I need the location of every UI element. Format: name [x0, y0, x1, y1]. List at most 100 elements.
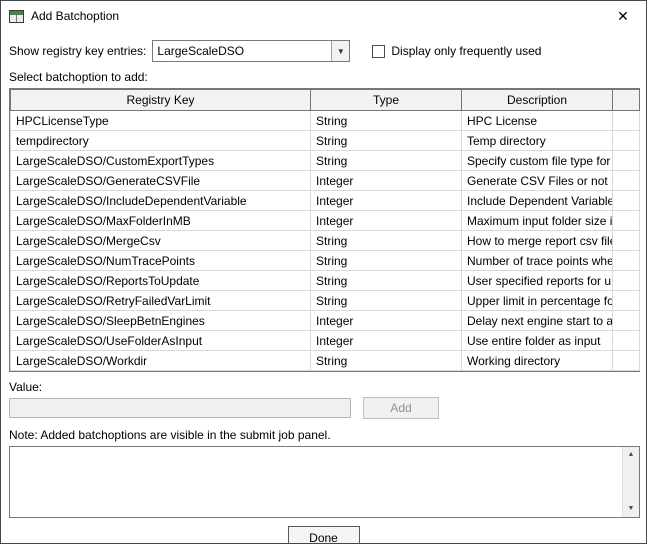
- table-row[interactable]: LargeScaleDSO/UseFolderAsInput Integer Use…: [10, 330, 640, 351]
- registry-key-cell: LargeScaleDSO/RetryFailedVarLimit: [10, 290, 311, 311]
- registry-key-cell: LargeScaleDSO/UseFolderAsInput: [10, 330, 311, 351]
- header-spacer: [612, 89, 640, 111]
- frequently-used-checkbox[interactable]: [372, 44, 386, 58]
- table-row[interactable]: LargeScaleDSO/GenerateCSVFile Integer Gene…: [10, 170, 640, 191]
- type-cell: Integer: [310, 190, 462, 211]
- type-cell: Integer: [310, 310, 462, 331]
- registry-key-cell: tempdirectory: [10, 130, 311, 151]
- spacer-cell: [612, 210, 640, 231]
- spacer-cell: [612, 130, 640, 151]
- spacer-cell: [612, 110, 640, 131]
- spacer-cell: [612, 350, 640, 371]
- registry-key-cell: LargeScaleDSO/NumTracePoints: [10, 250, 311, 271]
- value-row: Add: [9, 397, 638, 419]
- type-cell: Integer: [310, 170, 462, 191]
- spacer-cell: [612, 310, 640, 331]
- spacer-cell: [612, 230, 640, 251]
- description-cell: Use entire folder as input: [461, 330, 613, 351]
- type-cell: String: [310, 130, 462, 151]
- note-panel-text: [14, 450, 617, 514]
- type-cell: Integer: [310, 210, 462, 231]
- description-cell: Upper limit in percentage fo...: [461, 290, 613, 311]
- spacer-cell: [612, 290, 640, 311]
- dialog-body: Show registry key entries: LargeScaleDSO…: [1, 31, 646, 543]
- table-row[interactable]: LargeScaleDSO/Workdir String Working direc…: [10, 350, 640, 371]
- spacer-cell: [612, 150, 640, 171]
- table-row[interactable]: tempdirectory String Temp directory: [10, 130, 640, 151]
- close-icon[interactable]: ✕: [600, 2, 646, 31]
- type-cell: String: [310, 150, 462, 171]
- batchoption-table: Registry Key Type Description HPCLicense…: [10, 89, 640, 371]
- dropdown-selected-value: LargeScaleDSO: [157, 44, 245, 58]
- spacer-cell: [612, 190, 640, 211]
- registry-key-cell: LargeScaleDSO/ReportsToUpdate: [10, 270, 311, 291]
- type-cell: String: [310, 270, 462, 291]
- description-cell: Number of trace points whe...: [461, 250, 613, 271]
- table-row[interactable]: HPCLicenseType String HPC License: [10, 110, 640, 131]
- type-cell: Integer: [310, 330, 462, 351]
- header-type[interactable]: Type: [310, 89, 462, 111]
- description-cell: Specify custom file type for ...: [461, 150, 613, 171]
- registry-key-cell: LargeScaleDSO/IncludeDependentVariable: [10, 190, 311, 211]
- registry-key-cell: HPCLicenseType: [10, 110, 311, 131]
- add-button[interactable]: Add: [363, 397, 439, 419]
- registry-key-cell: LargeScaleDSO/MergeCsv: [10, 230, 311, 251]
- titlebar: Add Batchoption ✕: [1, 1, 646, 31]
- description-cell: Temp directory: [461, 130, 613, 151]
- table-header-row: Registry Key Type Description: [10, 89, 640, 111]
- app-icon: [9, 9, 24, 23]
- footer: Done: [9, 526, 638, 543]
- type-cell: String: [310, 350, 462, 371]
- description-cell: HPC License: [461, 110, 613, 131]
- registry-row: Show registry key entries: LargeScaleDSO…: [9, 40, 638, 62]
- table-row[interactable]: LargeScaleDSO/MergeCsv String How to merge…: [10, 230, 640, 251]
- description-cell: User specified reports for u...: [461, 270, 613, 291]
- registry-entries-label: Show registry key entries:: [9, 44, 147, 58]
- table-row[interactable]: LargeScaleDSO/CustomExportTypes String Spe…: [10, 150, 640, 171]
- chevron-down-icon[interactable]: ▼: [331, 41, 350, 61]
- registry-key-dropdown[interactable]: LargeScaleDSO ▼: [152, 40, 351, 62]
- frequently-used-checkbox-wrap[interactable]: Display only frequently used: [372, 44, 541, 58]
- type-cell: String: [310, 250, 462, 271]
- value-label: Value:: [9, 380, 43, 394]
- registry-key-cell: LargeScaleDSO/MaxFolderInMB: [10, 210, 311, 231]
- description-cell: Maximum input folder size in...: [461, 210, 613, 231]
- type-cell: String: [310, 230, 462, 251]
- spacer-cell: [612, 250, 640, 271]
- scroll-up-icon[interactable]: ▲: [623, 447, 639, 463]
- description-cell: How to merge report csv files: [461, 230, 613, 251]
- table-row[interactable]: LargeScaleDSO/ReportsToUpdate String User …: [10, 270, 640, 291]
- spacer-cell: [612, 270, 640, 291]
- description-cell: Working directory: [461, 350, 613, 371]
- scroll-down-icon[interactable]: ▼: [623, 501, 639, 517]
- table-row[interactable]: LargeScaleDSO/NumTracePoints String Number…: [10, 250, 640, 271]
- add-batchoption-dialog: Add Batchoption ✕ Show registry key entr…: [0, 0, 647, 544]
- registry-key-cell: LargeScaleDSO/SleepBetnEngines: [10, 310, 311, 331]
- table-row[interactable]: LargeScaleDSO/RetryFailedVarLimit String U…: [10, 290, 640, 311]
- table-row[interactable]: LargeScaleDSO/IncludeDependentVariable In…: [10, 190, 640, 211]
- registry-key-cell: LargeScaleDSO/Workdir: [10, 350, 311, 371]
- note-panel[interactable]: ▲ ▼: [9, 446, 640, 518]
- registry-key-cell: LargeScaleDSO/GenerateCSVFile: [10, 170, 311, 191]
- registry-key-cell: LargeScaleDSO/CustomExportTypes: [10, 150, 311, 171]
- spacer-cell: [612, 330, 640, 351]
- frequently-used-label: Display only frequently used: [391, 44, 542, 58]
- spacer-cell: [612, 170, 640, 191]
- description-cell: Include Dependent Variable ...: [461, 190, 613, 211]
- header-description[interactable]: Description: [461, 89, 613, 111]
- value-input[interactable]: [9, 398, 351, 418]
- table-row[interactable]: LargeScaleDSO/SleepBetnEngines Integer Del…: [10, 310, 640, 331]
- description-cell: Generate CSV Files or not: [461, 170, 613, 191]
- batchoption-table-wrap: Registry Key Type Description HPCLicense…: [9, 88, 640, 372]
- header-registry-key[interactable]: Registry Key: [10, 89, 311, 111]
- description-cell: Delay next engine start to a...: [461, 310, 613, 331]
- note-label: Note: Added batchoptions are visible in …: [9, 428, 331, 442]
- batchoption-table-body: HPCLicenseType String HPC License tempdirec…: [10, 110, 640, 371]
- select-batchoption-label: Select batchoption to add:: [9, 70, 148, 84]
- done-button[interactable]: Done: [287, 526, 360, 543]
- table-row[interactable]: LargeScaleDSO/MaxFolderInMB Integer Maximu…: [10, 210, 640, 231]
- note-panel-scrollbar[interactable]: ▲ ▼: [622, 447, 639, 517]
- type-cell: String: [310, 110, 462, 131]
- type-cell: String: [310, 290, 462, 311]
- window-title: Add Batchoption: [31, 9, 120, 23]
